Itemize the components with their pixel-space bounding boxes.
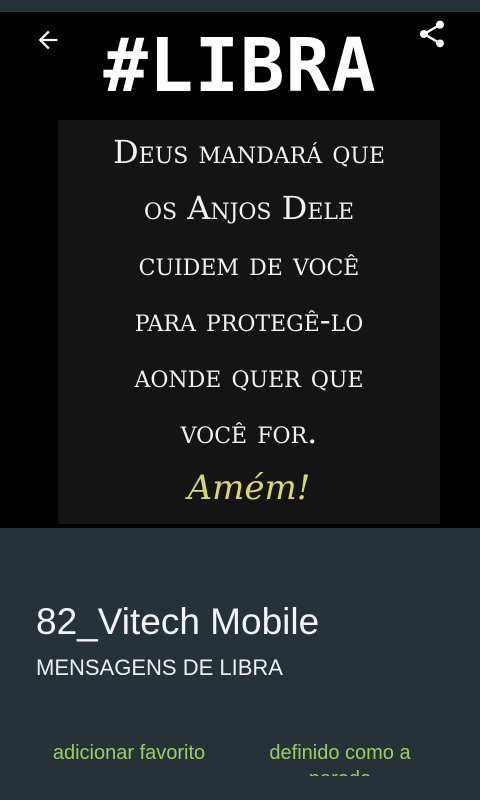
app-title: 82_Vitech Mobile	[36, 601, 320, 642]
wallpaper-image: #LIBRA Deus mandará que os Anjos Dele cu…	[0, 12, 480, 528]
arrow-left-icon	[38, 30, 58, 50]
quote-line: aonde quer que	[134, 357, 364, 395]
info-panel: 82_Vitech Mobile MENSAGENS DE LIBRA adic…	[0, 528, 480, 800]
quote-line: Deus mandará que	[113, 133, 385, 171]
add-favorite-button[interactable]: adicionar favorito	[36, 740, 222, 766]
quote-line: os Anjos Dele	[143, 189, 355, 227]
quote-line: cuidem de você	[138, 245, 360, 283]
quote-box: Deus mandará que os Anjos Dele cuidem de…	[58, 120, 440, 524]
back-button[interactable]	[28, 20, 68, 60]
image-hashtag: #LIBRA	[103, 23, 377, 109]
amem-signature: Amém!	[187, 468, 311, 508]
share-icon	[420, 20, 444, 48]
status-bar	[0, 0, 480, 12]
quote-line: para protegê-lo	[134, 301, 364, 339]
set-wallpaper-button[interactable]: definido como a parede	[250, 740, 430, 776]
share-button[interactable]	[410, 12, 454, 56]
category-subtitle: MENSAGENS DE LIBRA	[36, 655, 283, 680]
quote-line: você for.	[180, 413, 318, 451]
